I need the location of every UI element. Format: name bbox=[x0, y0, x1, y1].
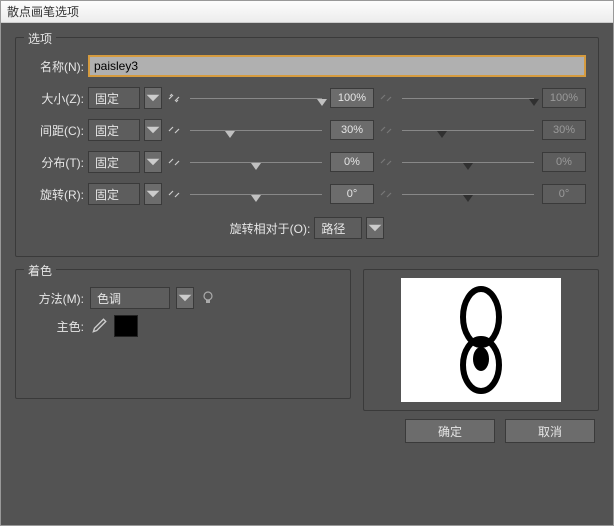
options-legend: 选项 bbox=[24, 30, 56, 47]
rotation-relative-dropdown[interactable] bbox=[366, 217, 384, 239]
spacing-slider-1[interactable] bbox=[190, 120, 322, 140]
scatter-value-2: 0% bbox=[542, 152, 586, 172]
size-value-1[interactable]: 100% bbox=[330, 88, 374, 108]
keycolor-label: 主色: bbox=[28, 318, 84, 335]
scatter-brush-options-dialog: 散点画笔选项 选项 名称(N): 大小(Z): 固定 100% 100% bbox=[0, 0, 614, 526]
cancel-button[interactable]: 取消 bbox=[505, 419, 595, 443]
scatter-value-1[interactable]: 0% bbox=[330, 152, 374, 172]
scatter-mode-dropdown[interactable] bbox=[144, 151, 162, 173]
scatter-slider-2 bbox=[402, 152, 534, 172]
name-input[interactable] bbox=[88, 55, 586, 77]
rotation-mode-dropdown[interactable] bbox=[144, 183, 162, 205]
rotation-slider-1[interactable] bbox=[190, 184, 322, 204]
rotation-value-1[interactable]: 0° bbox=[330, 184, 374, 204]
options-fieldset: 选项 名称(N): 大小(Z): 固定 100% 100% 间距(C): 固 bbox=[15, 37, 599, 257]
dialog-body: 选项 名称(N): 大小(Z): 固定 100% 100% 间距(C): 固 bbox=[1, 23, 613, 525]
tips-icon[interactable] bbox=[200, 290, 216, 306]
rotation-value-2: 0° bbox=[542, 184, 586, 204]
rotation-relative-label: 旋转相对于(O): bbox=[230, 220, 311, 237]
spacing-slider-2 bbox=[402, 120, 534, 140]
size-row: 大小(Z): 固定 100% 100% bbox=[28, 84, 586, 112]
rotation-mode-select[interactable]: 固定 bbox=[88, 183, 140, 205]
ok-button[interactable]: 确定 bbox=[405, 419, 495, 443]
size-slider-1[interactable] bbox=[190, 88, 322, 108]
colorization-legend: 着色 bbox=[24, 262, 56, 279]
spacing-value-2: 30% bbox=[542, 120, 586, 140]
rotation-relative-row: 旋转相对于(O): 路径 bbox=[28, 214, 586, 242]
link-icon[interactable] bbox=[166, 186, 182, 202]
scatter-slider-1[interactable] bbox=[190, 152, 322, 172]
rotation-slider-2 bbox=[402, 184, 534, 204]
link-icon bbox=[378, 122, 394, 138]
link-icon bbox=[378, 186, 394, 202]
method-label: 方法(M): bbox=[28, 290, 84, 307]
link-icon[interactable] bbox=[166, 90, 182, 106]
brush-preview bbox=[401, 278, 561, 402]
lower-row: 着色 方法(M): 色调 主色: bbox=[15, 269, 599, 411]
size-label: 大小(Z): bbox=[28, 90, 84, 107]
spacing-label: 间距(C): bbox=[28, 122, 84, 139]
link-icon bbox=[378, 90, 394, 106]
preview-panel bbox=[363, 269, 599, 411]
button-bar: 确定 取消 bbox=[15, 411, 599, 443]
size-mode-select[interactable]: 固定 bbox=[88, 87, 140, 109]
keycolor-swatch[interactable] bbox=[114, 315, 138, 337]
keycolor-row: 主色: bbox=[28, 312, 338, 340]
size-value-2: 100% bbox=[542, 88, 586, 108]
spacing-mode-dropdown[interactable] bbox=[144, 119, 162, 141]
method-dropdown[interactable] bbox=[176, 287, 194, 309]
scatter-mode-select[interactable]: 固定 bbox=[88, 151, 140, 173]
colorization-fieldset: 着色 方法(M): 色调 主色: bbox=[15, 269, 351, 399]
method-row: 方法(M): 色调 bbox=[28, 284, 338, 312]
spacing-mode-select[interactable]: 固定 bbox=[88, 119, 140, 141]
link-icon[interactable] bbox=[166, 122, 182, 138]
spacing-value-1[interactable]: 30% bbox=[330, 120, 374, 140]
link-icon bbox=[378, 154, 394, 170]
link-icon[interactable] bbox=[166, 154, 182, 170]
method-select[interactable]: 色调 bbox=[90, 287, 170, 309]
rotation-label: 旋转(R): bbox=[28, 186, 84, 203]
name-row: 名称(N): bbox=[28, 52, 586, 80]
size-mode-dropdown[interactable] bbox=[144, 87, 162, 109]
eyedropper-icon[interactable] bbox=[90, 317, 108, 335]
name-label: 名称(N): bbox=[28, 58, 84, 75]
size-slider-2 bbox=[402, 88, 534, 108]
rotation-row: 旋转(R): 固定 0° 0° bbox=[28, 180, 586, 208]
rotation-relative-select[interactable]: 路径 bbox=[314, 217, 362, 239]
scatter-label: 分布(T): bbox=[28, 154, 84, 171]
scatter-row: 分布(T): 固定 0% 0% bbox=[28, 148, 586, 176]
dialog-titlebar[interactable]: 散点画笔选项 bbox=[1, 1, 613, 23]
spacing-row: 间距(C): 固定 30% 30% bbox=[28, 116, 586, 144]
dialog-title: 散点画笔选项 bbox=[7, 3, 79, 20]
